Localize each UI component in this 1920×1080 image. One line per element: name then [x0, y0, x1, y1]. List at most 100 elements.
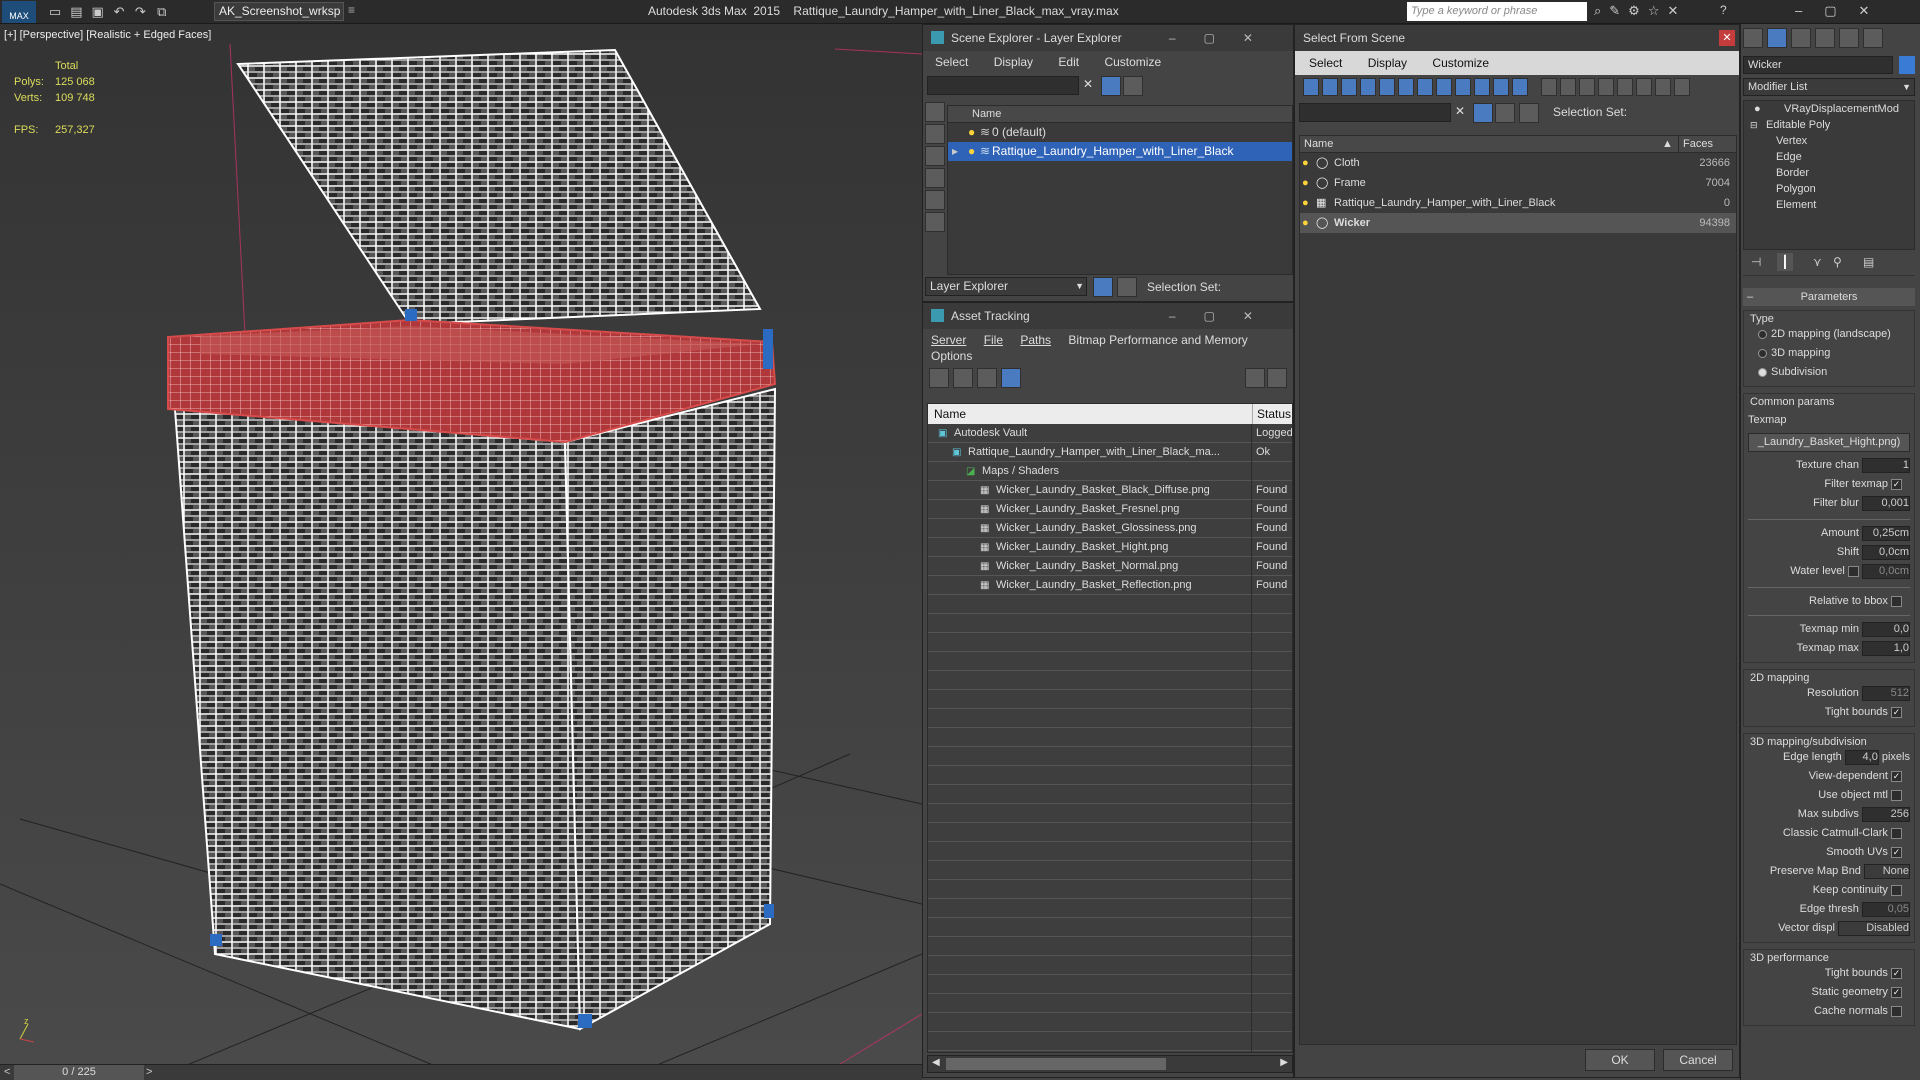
stack-item-border[interactable]: Border [1744, 165, 1914, 181]
menu-edit[interactable]: Edit [1058, 55, 1079, 69]
menu-paths[interactable]: Paths [1020, 333, 1051, 347]
display-shapes-icon[interactable] [925, 124, 945, 144]
explorer-type-dropdown[interactable]: Layer Explorer ▼ [925, 277, 1087, 296]
layer-list-header[interactable]: Name [948, 106, 1292, 123]
menu-customize[interactable]: Customize [1432, 56, 1489, 70]
vector-displ-dropdown[interactable]: Disabled [1838, 920, 1910, 936]
time-next-button[interactable]: > [146, 1066, 152, 1078]
display-geometry-icon[interactable] [1303, 78, 1319, 96]
object-row[interactable]: ● ◯ Wicker 94398 [1300, 213, 1736, 233]
filter-icon[interactable] [1101, 76, 1121, 96]
stack-item-editable-poly[interactable]: ⊟ Editable Poly [1744, 117, 1914, 133]
col-faces[interactable]: Faces [1678, 136, 1713, 153]
object-row[interactable]: ● ▦ Rattique_Laundry_Hamper_with_Liner_Bla… [1300, 193, 1736, 213]
asset-row[interactable]: ▦ Wicker_Laundry_Basket_Normal.png Found [928, 557, 1292, 576]
utilities-tab-icon[interactable] [1863, 28, 1883, 48]
radio-icon[interactable] [1758, 329, 1767, 339]
light-bulb-icon[interactable]: ● [1302, 213, 1309, 233]
clear-search-icon[interactable]: ✕ [1455, 104, 1465, 118]
scroll-thumb[interactable] [946, 1058, 1166, 1070]
layer-row-default[interactable]: ● ≋ 0 (default) [948, 123, 1292, 142]
collapse-icon[interactable]: ⊟ [1750, 117, 1758, 133]
infocenter-icons[interactable]: ⌕✎⚙☆✕ [1594, 3, 1686, 19]
parameters-rollout-header[interactable]: – Parameters [1743, 288, 1915, 306]
menu-select[interactable]: Select [935, 55, 968, 69]
shift-spinner[interactable]: 0,0cm [1862, 544, 1910, 560]
list-view-icon[interactable] [953, 368, 973, 388]
settings-icon[interactable] [1267, 368, 1287, 388]
table-view-icon[interactable] [1001, 368, 1021, 388]
close-icon[interactable]: ✕ [1719, 30, 1735, 46]
display-geometry-icon[interactable] [925, 102, 945, 122]
menu-customize[interactable]: Customize [1104, 55, 1161, 69]
viewport-label[interactable]: [+] [Perspective] [Realistic + Edged Fac… [4, 29, 211, 41]
cache-normals-checkbox[interactable] [1891, 1005, 1902, 1017]
undo-icon[interactable]: ↶ [110, 3, 128, 21]
type-3d-mapping-radio[interactable]: 3D mapping [1744, 344, 1914, 363]
display-spacewarps-icon[interactable] [1398, 78, 1414, 96]
texture-chan-spinner[interactable]: 1 [1862, 457, 1910, 473]
display-xrefs-icon[interactable] [1436, 78, 1452, 96]
configure-sets-icon[interactable]: ▤ [1863, 255, 1874, 269]
invert-display-icon[interactable] [1579, 78, 1595, 96]
layer-filter-icon[interactable] [1495, 103, 1515, 123]
time-slider[interactable]: < 0 / 225 > [0, 1064, 922, 1080]
filter-texmap-checkbox[interactable]: ✓ [1891, 478, 1902, 490]
pin-stack-icon[interactable]: ⊣ [1751, 255, 1761, 269]
asset-row[interactable]: ▣ Rattique_Laundry_Hamper_with_Liner_Blac… [928, 443, 1292, 462]
modifier-list-dropdown[interactable]: Modifier List ▼ [1743, 78, 1915, 96]
time-prev-button[interactable]: < [4, 1066, 10, 1078]
hierarchy-icon[interactable] [1117, 277, 1137, 297]
find-case-icon[interactable] [1674, 78, 1690, 96]
asset-row[interactable]: ▦ Wicker_Laundry_Basket_Black_Diffuse.png… [928, 481, 1292, 500]
scene-explorer-search[interactable] [927, 76, 1079, 95]
hierarchy-icon[interactable] [1519, 103, 1539, 123]
display-hidden-icon[interactable] [1512, 78, 1528, 96]
display-bones-icon[interactable] [1455, 78, 1471, 96]
display-lights-icon[interactable] [1341, 78, 1357, 96]
light-bulb-icon[interactable]: ● [1754, 101, 1761, 117]
new-file-icon[interactable]: ▭ [46, 3, 64, 21]
scroll-right-icon[interactable]: ▶ [1280, 1057, 1288, 1068]
menu-select[interactable]: Select [1309, 56, 1342, 70]
col-name[interactable]: Name [934, 404, 966, 424]
asset-row[interactable]: ◪ Maps / Shaders [928, 462, 1292, 481]
save-file-icon[interactable]: ▣ [89, 3, 107, 21]
display-containers-icon[interactable] [1474, 78, 1490, 96]
light-bulb-icon[interactable]: ● [1302, 153, 1309, 173]
type-subdivision-radio[interactable]: Subdivision [1744, 363, 1914, 382]
texmap-button[interactable]: _Laundry_Basket_Hight.png) [1748, 433, 1910, 452]
type-2d-mapping-radio[interactable]: 2D mapping (landscape) [1744, 325, 1914, 344]
object-color-swatch[interactable] [1899, 56, 1915, 74]
menu-display[interactable]: Display [1368, 56, 1407, 70]
hierarchy-tab-icon[interactable] [1791, 28, 1811, 48]
display-cameras-icon[interactable] [1360, 78, 1376, 96]
select-none-icon[interactable] [1617, 78, 1633, 96]
ok-button[interactable]: OK [1585, 1049, 1655, 1071]
workspace-menu-icon[interactable]: ≡ [348, 3, 355, 17]
water-level-spinner[interactable]: 0,0cm [1862, 563, 1910, 579]
radio-icon[interactable] [1758, 367, 1767, 377]
display-cameras-icon[interactable] [925, 168, 945, 188]
stack-item-vertex[interactable]: Vertex [1744, 133, 1914, 149]
light-bulb-icon[interactable]: ● [1302, 173, 1309, 193]
classic-catmull-checkbox[interactable] [1891, 827, 1902, 839]
make-unique-icon[interactable]: ⋎ [1813, 255, 1822, 269]
help-icon[interactable]: ? [1720, 3, 1727, 17]
display-none-icon[interactable] [1560, 78, 1576, 96]
window-controls[interactable]: –▢✕ [1795, 3, 1891, 19]
view-dependent-checkbox[interactable]: ✓ [1891, 770, 1902, 782]
show-end-result-icon[interactable]: ┃ [1777, 253, 1793, 271]
object-row[interactable]: ● ◯ Frame 7004 [1300, 173, 1736, 193]
redo-icon[interactable]: ↷ [131, 3, 149, 21]
display-shapes-icon[interactable] [1322, 78, 1338, 96]
stack-item-element[interactable]: Element [1744, 197, 1914, 213]
open-file-icon[interactable]: ▤ [67, 3, 85, 21]
viewport[interactable]: z [+] [Perspective] [Realistic + Edged F… [0, 24, 922, 1068]
create-tab-icon[interactable] [1743, 28, 1763, 48]
display-helpers-icon[interactable] [1379, 78, 1395, 96]
help-icon[interactable] [1245, 368, 1265, 388]
project-folder-icon[interactable]: ⧉ [153, 3, 171, 21]
col-name[interactable]: Name [1304, 136, 1333, 153]
asset-row[interactable]: ▦ Wicker_Laundry_Basket_Hight.png Found [928, 538, 1292, 557]
